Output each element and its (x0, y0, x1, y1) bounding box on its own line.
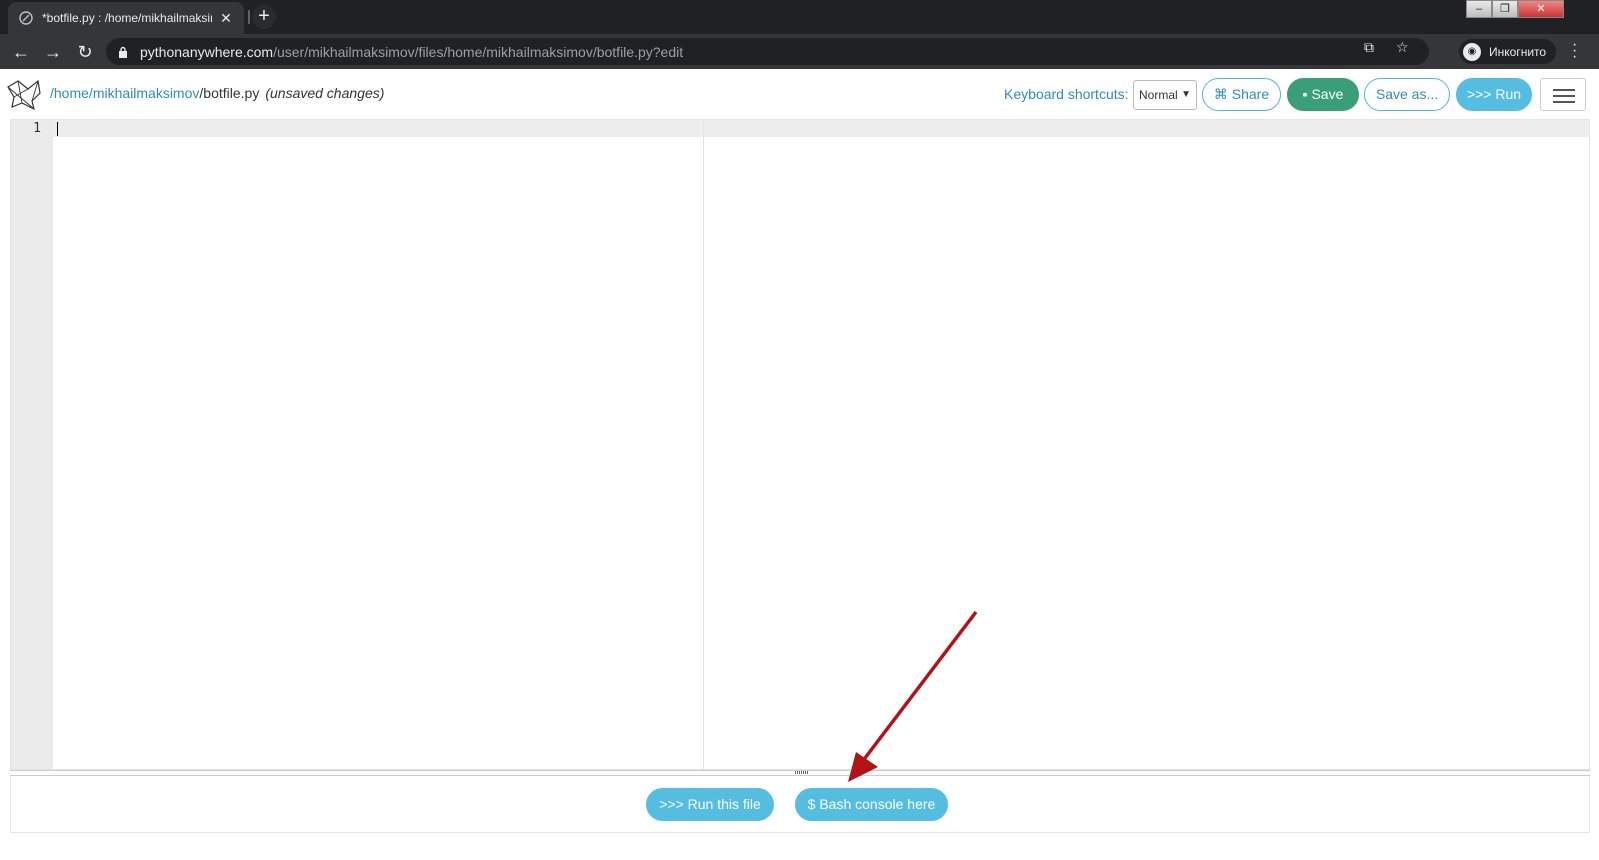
console-panel: >>> Run this file $ Bash console here (10, 776, 1590, 833)
back-arrow-icon[interactable]: ← (8, 39, 34, 65)
breadcrumb-user-link[interactable]: mikhailmaksimov (93, 85, 200, 101)
browser-tab-bar: *botfile.py : /home/mikhailmaksimov ✕ + … (0, 0, 1599, 34)
keyboard-mode-value: Normal (1139, 88, 1178, 102)
window-controls: – ❐ ✕ (1466, 0, 1564, 18)
share-button[interactable]: ⌘ Share (1202, 78, 1281, 111)
url-path: /user/mikhailmaksimov/files/home/mikhail… (273, 43, 684, 60)
window-close-icon[interactable]: ✕ (1518, 0, 1564, 18)
floppy-disk-icon: ▪ (1302, 86, 1308, 102)
run-this-file-button[interactable]: >>> Run this file (646, 788, 774, 821)
tab-separator (248, 10, 250, 24)
share-button-label: Share (1231, 86, 1270, 102)
pythonanywhere-logo[interactable] (4, 77, 44, 111)
browser-tab[interactable]: *botfile.py : /home/mikhailmaksimov ✕ (8, 2, 244, 34)
breadcrumb: /home/mikhailmaksimov/botfile.py (unsaved… (50, 85, 384, 101)
new-tab-button[interactable]: + (252, 5, 276, 29)
line-number: 1 (33, 121, 41, 136)
text-cursor (57, 122, 58, 136)
translate-icon[interactable]: ⧉ (1364, 39, 1374, 56)
breadcrumb-file: /botfile.py (199, 85, 260, 101)
maximize-icon[interactable]: ❐ (1492, 0, 1518, 18)
bash-console-button[interactable]: $ Bash console here (795, 788, 948, 821)
url-host: pythonanywhere.com (140, 43, 274, 60)
print-margin (703, 120, 704, 769)
keyboard-shortcuts-label: Keyboard shortcuts: (1004, 86, 1129, 102)
run-button[interactable]: >>> Run (1456, 78, 1532, 111)
save-button[interactable]: ▪ Save (1287, 78, 1359, 111)
reload-icon[interactable]: ↻ (72, 39, 98, 65)
bookmark-star-icon[interactable]: ☆ (1396, 39, 1409, 56)
line-number-gutter: 1 (11, 120, 53, 769)
save-button-label: Save (1311, 86, 1344, 102)
unsaved-changes-label: (unsaved changes) (265, 85, 385, 101)
pythonanywhere-favicon-icon (19, 11, 33, 25)
paperclip-icon: ⌘ (1213, 86, 1228, 102)
keyboard-mode-select[interactable]: Normal ▼ (1133, 80, 1197, 110)
lock-icon (119, 46, 127, 58)
tab-close-icon[interactable]: ✕ (218, 10, 234, 27)
forward-arrow-icon[interactable]: → (40, 39, 66, 65)
chevron-down-icon: ▼ (1181, 89, 1191, 100)
save-as-button[interactable]: Save as... (1364, 78, 1450, 111)
code-editor[interactable]: 1 (10, 119, 1590, 770)
browser-toolbar: ← → ↻ pythonanywhere.com/user/mikhailmak… (0, 34, 1599, 69)
incognito-label: Инкогнито (1489, 44, 1547, 59)
editor-header: /home/mikhailmaksimov/botfile.py (unsaved… (0, 69, 1599, 119)
url-text: pythonanywhere.com/user/mikhailmaksimov/… (140, 44, 683, 60)
breadcrumb-home-link[interactable]: /home/ (50, 85, 93, 101)
hamburger-menu-icon[interactable] (1540, 78, 1586, 111)
tab-title: *botfile.py : /home/mikhailmaksimov (42, 11, 212, 25)
address-bar[interactable]: pythonanywhere.com/user/mikhailmaksimov/… (106, 38, 1429, 65)
minimize-icon[interactable]: – (1466, 0, 1492, 18)
active-line-highlight (53, 120, 1589, 137)
incognito-badge[interactable]: ◉ Инкогнито (1459, 39, 1557, 64)
splitter-grip-icon[interactable] (795, 771, 809, 774)
incognito-icon: ◉ (1463, 42, 1481, 61)
browser-menu-icon[interactable]: · · · (1572, 37, 1582, 65)
